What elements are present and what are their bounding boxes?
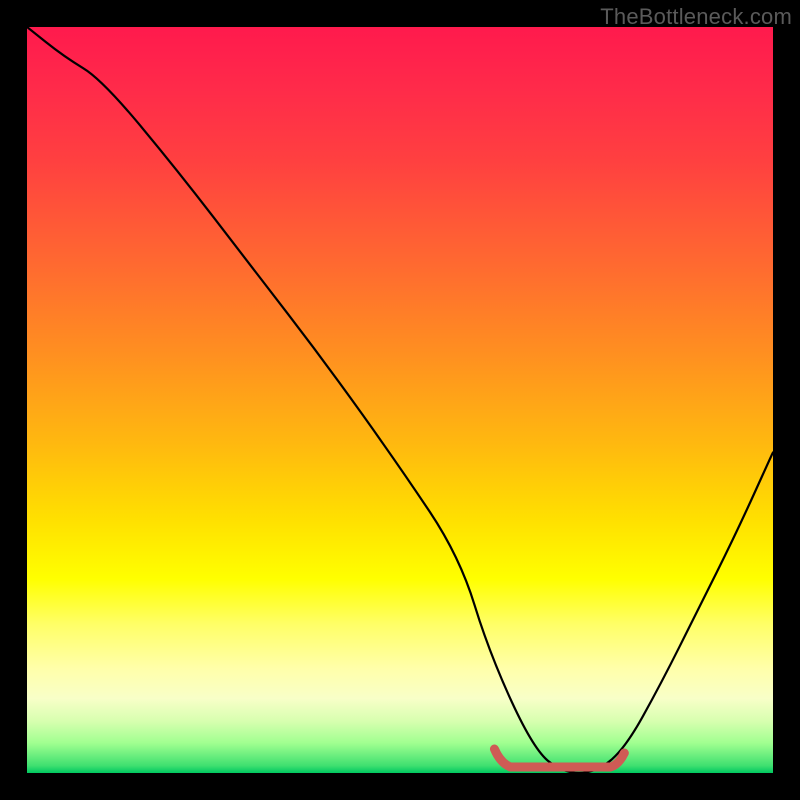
curve-path	[27, 27, 773, 773]
marker-path	[494, 749, 624, 767]
bottleneck-curve	[27, 27, 773, 773]
watermark-text: TheBottleneck.com	[600, 4, 792, 30]
plot-area	[27, 27, 773, 773]
chart-frame: TheBottleneck.com	[0, 0, 800, 800]
